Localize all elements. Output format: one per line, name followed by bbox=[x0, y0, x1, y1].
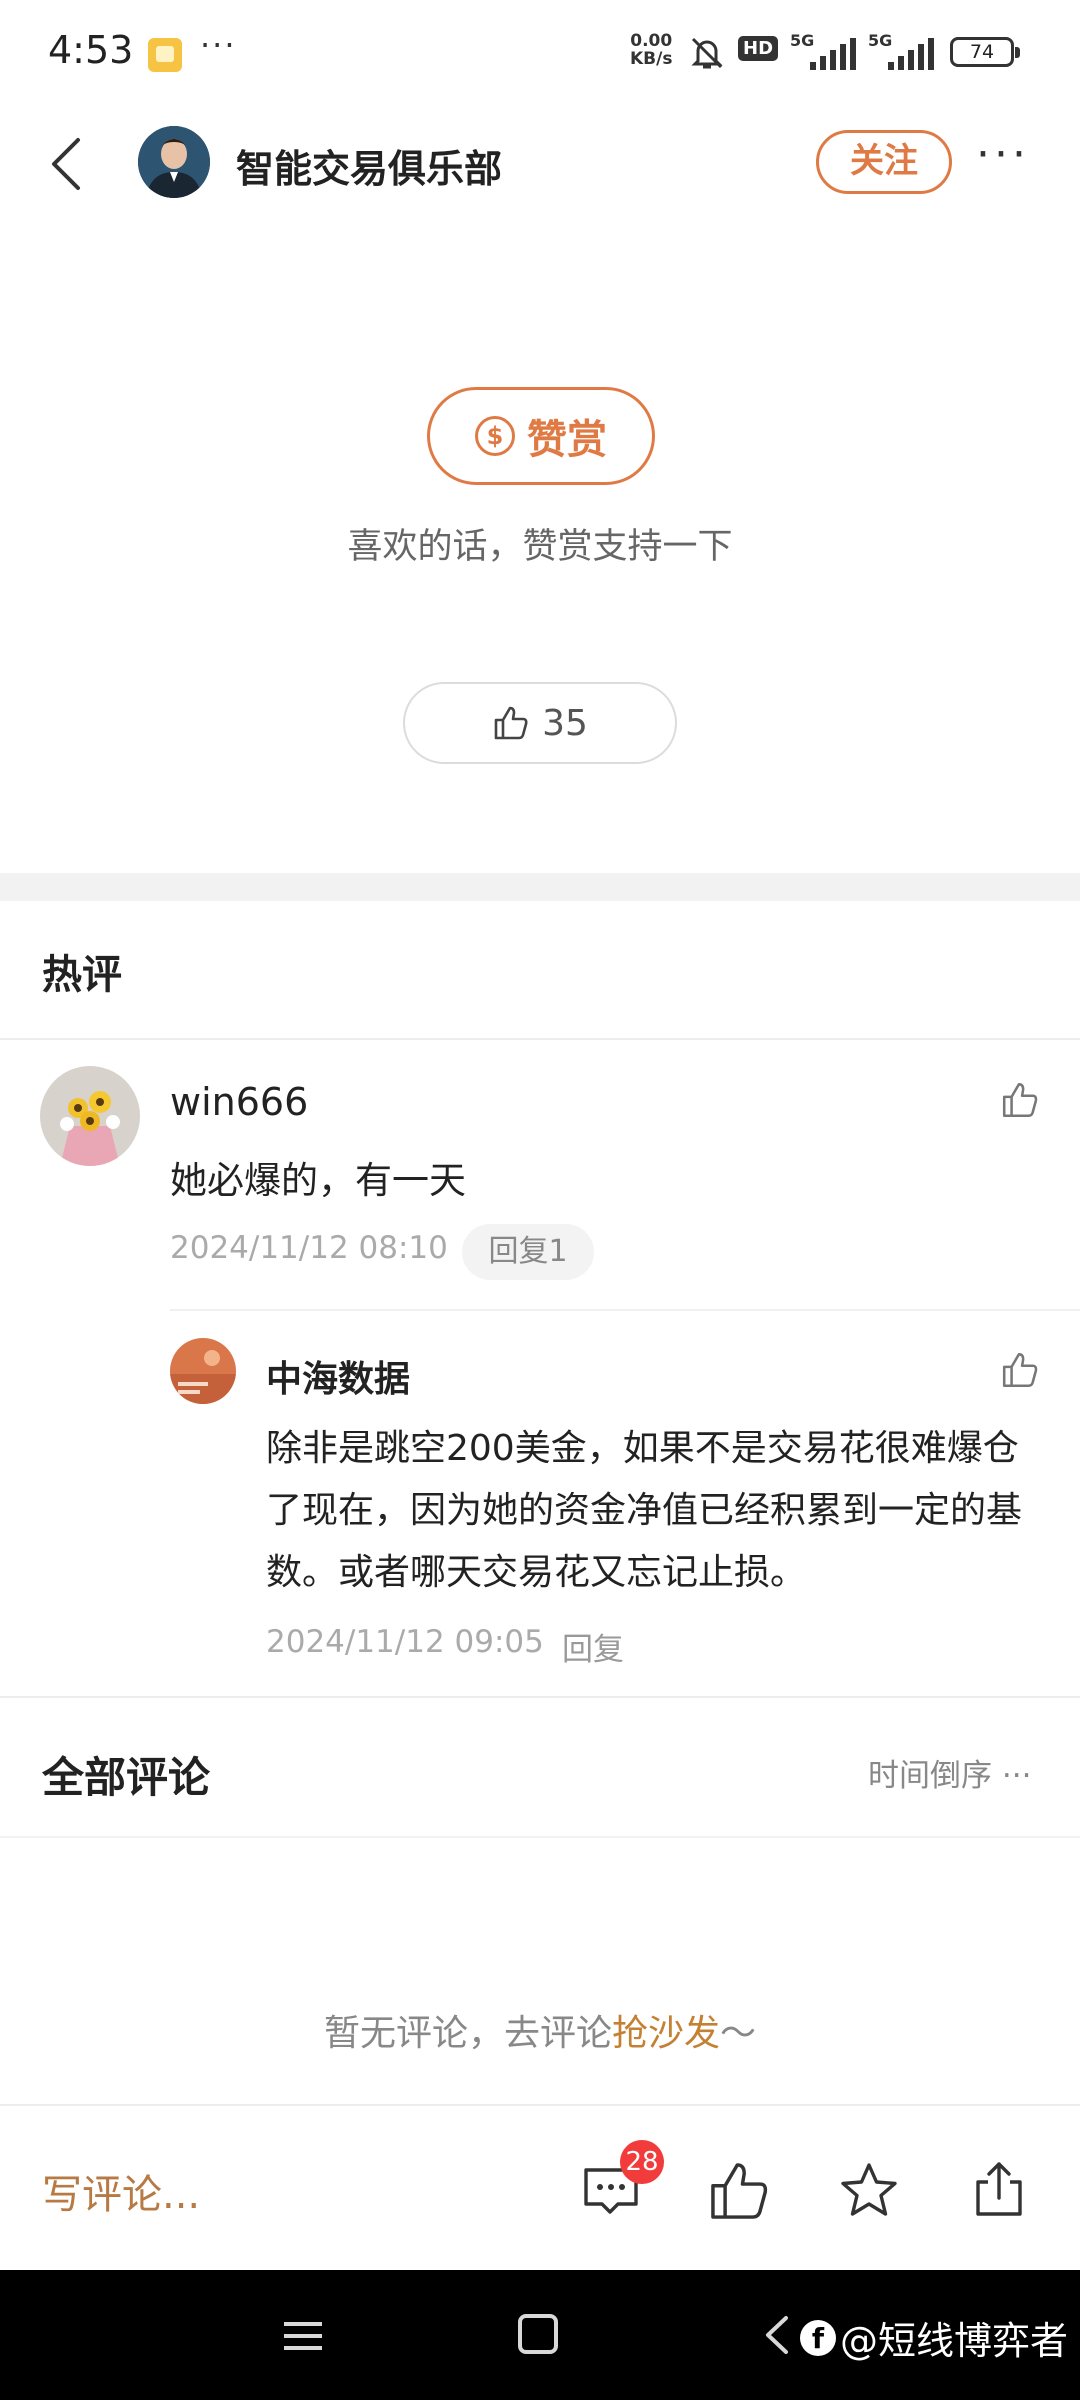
network-speed-unit: KB/s bbox=[630, 49, 673, 69]
divider bbox=[170, 1309, 1080, 1311]
divider bbox=[0, 1696, 1080, 1698]
all-comments-title: 全部评论 bbox=[42, 1753, 211, 1802]
signal-5g-2-icon: 5G bbox=[868, 30, 938, 78]
signal-5g-1-icon: 5G bbox=[790, 30, 860, 78]
home-square-icon[interactable] bbox=[518, 2314, 558, 2354]
status-more-icon: ··· bbox=[200, 26, 237, 64]
commenter-username[interactable]: win666 bbox=[170, 1080, 308, 1124]
favorite-star-icon[interactable] bbox=[836, 2158, 902, 2224]
network-speed: 0.00 KB/s bbox=[630, 32, 672, 68]
like-icon[interactable] bbox=[706, 2158, 772, 2224]
article-like-button[interactable]: 35 bbox=[403, 682, 677, 764]
reply-button[interactable]: 回复1 bbox=[462, 1224, 594, 1280]
thumbs-up-icon bbox=[494, 706, 528, 740]
tip-button-label: 赞赏 bbox=[527, 417, 607, 463]
grab-sofa-link[interactable]: 抢沙发 bbox=[612, 2013, 720, 2054]
divider bbox=[0, 2104, 1080, 2106]
comment-timestamp: 2024/11/12 08:10 bbox=[170, 1230, 448, 1266]
hot-comments-title: 热评 bbox=[42, 952, 122, 998]
like-count: 35 bbox=[542, 702, 588, 744]
empty-comments-message: 暂无评论，去评论抢沙发～ bbox=[0, 2004, 1080, 2056]
account-avatar[interactable] bbox=[138, 126, 210, 198]
hd-badge: HD bbox=[738, 36, 779, 61]
watermark: f @短线博弈者 bbox=[800, 2310, 1068, 2365]
reply-reply-button[interactable]: 回复 bbox=[562, 1624, 624, 1669]
battery-icon: 74 bbox=[950, 37, 1020, 67]
reply-username[interactable]: 中海数据 bbox=[266, 1350, 410, 1402]
facebook-logo-icon: f bbox=[800, 2319, 836, 2356]
tip-button[interactable]: $ 赞赏 bbox=[427, 387, 655, 485]
back-button[interactable] bbox=[40, 124, 96, 204]
network-speed-value: 0.00 bbox=[630, 31, 673, 51]
empty-prefix: 暂无评论，去评论 bbox=[323, 2013, 612, 2054]
recents-menu-icon[interactable] bbox=[280, 2316, 326, 2356]
comment-like-icon[interactable] bbox=[1000, 1080, 1040, 1120]
section-divider bbox=[0, 873, 1080, 901]
nav-back-icon[interactable] bbox=[760, 2312, 794, 2358]
sort-dropdown[interactable]: 时间倒序 ··· bbox=[868, 1750, 1031, 1795]
coin-icon: $ bbox=[475, 416, 515, 456]
follow-button[interactable]: 关注 bbox=[816, 130, 952, 194]
write-comment-input[interactable]: 写评论... bbox=[42, 2162, 200, 2220]
commenter-avatar[interactable] bbox=[40, 1066, 140, 1166]
empty-suffix: ～ bbox=[720, 2013, 757, 2054]
reply-text: 除非是跳空200美金，如果不是交易花很难爆仓了现在，因为她的资金净值已经积累到一… bbox=[266, 1428, 1023, 1593]
signal-1-label: 5G bbox=[790, 31, 814, 50]
divider bbox=[0, 1038, 1080, 1040]
sort-label: 时间倒序 bbox=[868, 1758, 992, 1794]
tip-caption: 喜欢的话，赞赏支持一下 bbox=[347, 527, 733, 567]
status-bar: 4:53 ··· 0.00 KB/s HD 5G 5G 74 bbox=[0, 0, 1080, 110]
reply-timestamp: 2024/11/12 09:05 bbox=[266, 1624, 544, 1660]
reply-avatar[interactable] bbox=[170, 1338, 236, 1404]
divider bbox=[0, 1836, 1080, 1838]
sort-more-icon: ··· bbox=[1001, 1758, 1032, 1794]
more-options-button[interactable]: ··· bbox=[976, 133, 1048, 184]
status-time: 4:53 bbox=[48, 28, 134, 72]
watermark-text: @短线博弈者 bbox=[840, 2319, 1069, 2363]
comment-text: 她必爆的，有一天 bbox=[170, 1159, 466, 1202]
share-icon[interactable] bbox=[966, 2156, 1032, 2222]
bell-muted-icon bbox=[691, 37, 723, 69]
app-notification-icon bbox=[148, 38, 182, 72]
comment-count-badge: 28 bbox=[620, 2140, 664, 2184]
signal-2-label: 5G bbox=[868, 31, 892, 50]
reply-like-icon[interactable] bbox=[1000, 1350, 1040, 1390]
account-name[interactable]: 智能交易俱乐部 bbox=[236, 138, 502, 193]
